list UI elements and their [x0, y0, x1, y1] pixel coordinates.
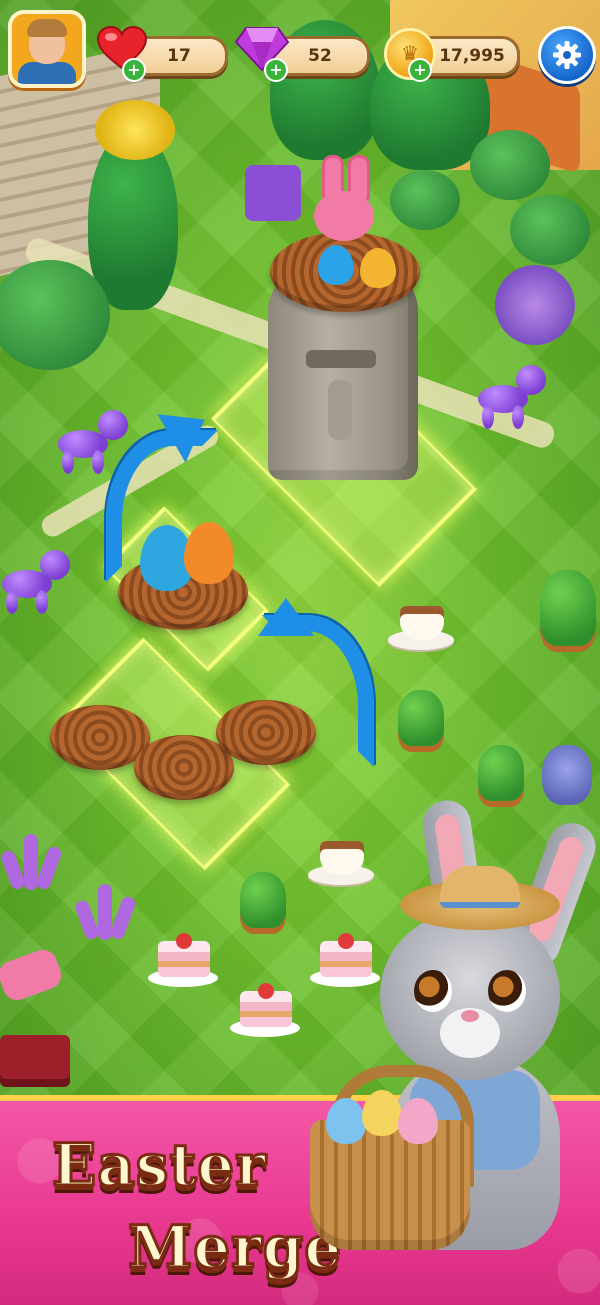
add-gems-button[interactable]: + — [264, 58, 288, 82]
bush — [390, 170, 460, 230]
balloon-dog[interactable] — [2, 550, 72, 614]
purple-coral[interactable] — [0, 830, 64, 892]
potted-cactus[interactable] — [540, 570, 596, 646]
egg-basket — [310, 1090, 470, 1250]
bush — [470, 130, 550, 200]
banner-title-line-1: Easter — [51, 1130, 268, 1201]
feather-nest[interactable] — [216, 700, 316, 765]
player-avatar[interactable] — [8, 10, 86, 88]
add-lives-button[interactable]: + — [122, 58, 146, 82]
balloon-dog[interactable] — [478, 365, 548, 429]
banner-title-line-2: Merge — [126, 1212, 343, 1283]
balloon-dog[interactable] — [58, 410, 128, 474]
settings-button[interactable] — [538, 26, 596, 84]
gems-value: 52 — [308, 46, 332, 66]
merge-arrow-lower-head — [258, 598, 314, 636]
cake-slice[interactable] — [148, 933, 218, 987]
pink-bunny-figure — [308, 155, 378, 255]
bunny-head — [380, 910, 560, 1080]
cake-slice[interactable] — [230, 983, 300, 1037]
gift-box — [245, 165, 301, 221]
coins-value: 17,995 — [439, 46, 505, 66]
cactus[interactable] — [398, 690, 444, 746]
top-hud: 17 + 52 + 17,995 ♛ + — [0, 0, 600, 100]
cactus[interactable] — [240, 872, 286, 928]
lives-value: 17 — [167, 46, 191, 66]
bunny-mascot — [310, 790, 600, 1299]
purple-coral[interactable] — [73, 880, 138, 942]
add-coins-button[interactable]: + — [408, 58, 432, 82]
bush — [510, 195, 590, 265]
straw-hat-crown — [440, 866, 520, 908]
lavender-bush — [495, 265, 575, 345]
coffee-cup[interactable] — [388, 600, 454, 650]
yellow-flower-bush — [95, 100, 175, 160]
red-book[interactable] — [0, 1035, 70, 1079]
gear-icon — [553, 41, 581, 69]
